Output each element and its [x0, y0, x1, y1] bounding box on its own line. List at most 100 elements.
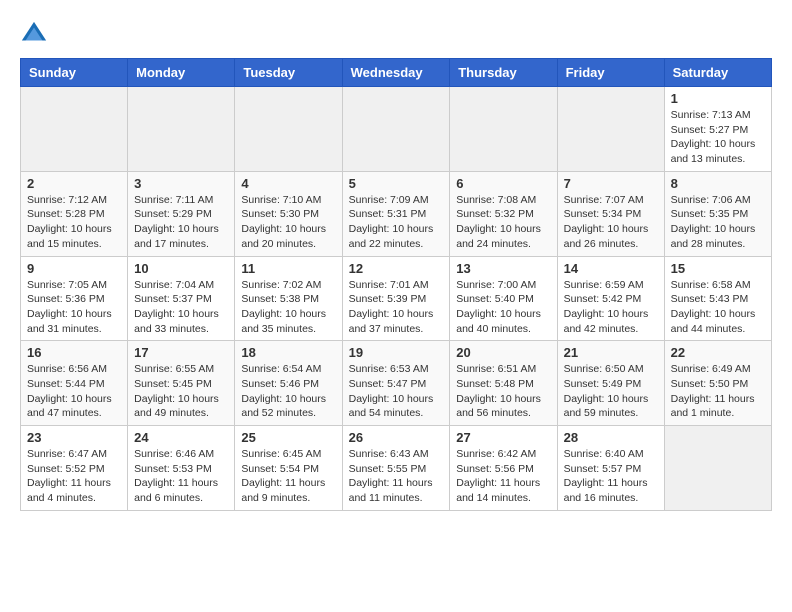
- day-info: Sunrise: 6:49 AM Sunset: 5:50 PM Dayligh…: [671, 362, 765, 421]
- day-number: 11: [241, 261, 335, 276]
- calendar-cell: 20 Sunrise: 6:51 AM Sunset: 5:48 PM Dayli…: [450, 341, 557, 426]
- day-number: 27: [456, 430, 550, 445]
- calendar-cell: 2 Sunrise: 7:12 AM Sunset: 5:28 PM Daylig…: [21, 171, 128, 256]
- calendar-cell: 4 Sunrise: 7:10 AM Sunset: 5:30 PM Daylig…: [235, 171, 342, 256]
- calendar-cell: 23Sunrise: 6:47 AM Sunset: 5:52 PM Dayli…: [21, 426, 128, 511]
- day-number: 26: [349, 430, 444, 445]
- calendar-cell: 13 Sunrise: 7:00 AM Sunset: 5:40 PM Dayli…: [450, 256, 557, 341]
- day-number: 10: [134, 261, 228, 276]
- calendar-cell: 11 Sunrise: 7:02 AM Sunset: 5:38 PM Dayli…: [235, 256, 342, 341]
- day-info: Sunrise: 6:59 AM Sunset: 5:42 PM Dayligh…: [564, 278, 658, 337]
- calendar-cell: 21 Sunrise: 6:50 AM Sunset: 5:49 PM Dayli…: [557, 341, 664, 426]
- calendar-cell: [342, 87, 450, 172]
- column-header-monday: Monday: [128, 59, 235, 87]
- day-info: Sunrise: 6:51 AM Sunset: 5:48 PM Dayligh…: [456, 362, 550, 421]
- day-info: Sunrise: 7:13 AM Sunset: 5:27 PM Dayligh…: [671, 108, 765, 167]
- day-number: 8: [671, 176, 765, 191]
- logo-icon: [20, 20, 48, 48]
- day-number: 28: [564, 430, 658, 445]
- calendar-cell: 15 Sunrise: 6:58 AM Sunset: 5:43 PM Dayli…: [664, 256, 771, 341]
- day-number: 7: [564, 176, 658, 191]
- calendar-cell: 7 Sunrise: 7:07 AM Sunset: 5:34 PM Daylig…: [557, 171, 664, 256]
- calendar-table: SundayMondayTuesdayWednesdayThursdayFrid…: [20, 58, 772, 511]
- calendar-cell: 5 Sunrise: 7:09 AM Sunset: 5:31 PM Daylig…: [342, 171, 450, 256]
- day-info: Sunrise: 7:02 AM Sunset: 5:38 PM Dayligh…: [241, 278, 335, 337]
- calendar-cell: 1 Sunrise: 7:13 AM Sunset: 5:27 PM Daylig…: [664, 87, 771, 172]
- day-number: 9: [27, 261, 121, 276]
- day-number: 19: [349, 345, 444, 360]
- day-number: 12: [349, 261, 444, 276]
- column-header-sunday: Sunday: [21, 59, 128, 87]
- day-info: Sunrise: 7:07 AM Sunset: 5:34 PM Dayligh…: [564, 193, 658, 252]
- day-info: Sunrise: 7:12 AM Sunset: 5:28 PM Dayligh…: [27, 193, 121, 252]
- column-header-tuesday: Tuesday: [235, 59, 342, 87]
- calendar-cell: [235, 87, 342, 172]
- calendar-cell: 25 Sunrise: 6:45 AM Sunset: 5:54 PM Dayli…: [235, 426, 342, 511]
- day-number: 20: [456, 345, 550, 360]
- day-info: Sunrise: 7:08 AM Sunset: 5:32 PM Dayligh…: [456, 193, 550, 252]
- calendar-cell: 24 Sunrise: 6:46 AM Sunset: 5:53 PM Dayli…: [128, 426, 235, 511]
- day-info: Sunrise: 7:04 AM Sunset: 5:37 PM Dayligh…: [134, 278, 228, 337]
- day-number: 22: [671, 345, 765, 360]
- day-info: Sunrise: 7:05 AM Sunset: 5:36 PM Dayligh…: [27, 278, 121, 337]
- logo: [20, 20, 52, 48]
- day-info: Sunrise: 6:56 AM Sunset: 5:44 PM Dayligh…: [27, 362, 121, 421]
- day-number: 23: [27, 430, 121, 445]
- day-number: 3: [134, 176, 228, 191]
- calendar-cell: 22 Sunrise: 6:49 AM Sunset: 5:50 PM Dayli…: [664, 341, 771, 426]
- calendar-cell: [664, 426, 771, 511]
- day-info: Sunrise: 6:46 AM Sunset: 5:53 PM Dayligh…: [134, 447, 228, 506]
- page-header: [20, 20, 772, 48]
- calendar-cell: 19 Sunrise: 6:53 AM Sunset: 5:47 PM Dayli…: [342, 341, 450, 426]
- day-info: Sunrise: 7:06 AM Sunset: 5:35 PM Dayligh…: [671, 193, 765, 252]
- calendar-week-5: 23Sunrise: 6:47 AM Sunset: 5:52 PM Dayli…: [21, 426, 772, 511]
- day-number: 15: [671, 261, 765, 276]
- day-info: Sunrise: 7:01 AM Sunset: 5:39 PM Dayligh…: [349, 278, 444, 337]
- day-info: Sunrise: 6:43 AM Sunset: 5:55 PM Dayligh…: [349, 447, 444, 506]
- day-info: Sunrise: 6:55 AM Sunset: 5:45 PM Dayligh…: [134, 362, 228, 421]
- calendar-cell: [557, 87, 664, 172]
- day-info: Sunrise: 7:09 AM Sunset: 5:31 PM Dayligh…: [349, 193, 444, 252]
- day-number: 25: [241, 430, 335, 445]
- day-number: 2: [27, 176, 121, 191]
- calendar-cell: 3Sunrise: 7:11 AM Sunset: 5:29 PM Daylig…: [128, 171, 235, 256]
- day-number: 13: [456, 261, 550, 276]
- day-info: Sunrise: 6:54 AM Sunset: 5:46 PM Dayligh…: [241, 362, 335, 421]
- day-number: 16: [27, 345, 121, 360]
- calendar-cell: 10 Sunrise: 7:04 AM Sunset: 5:37 PM Dayli…: [128, 256, 235, 341]
- day-info: Sunrise: 6:42 AM Sunset: 5:56 PM Dayligh…: [456, 447, 550, 506]
- day-number: 5: [349, 176, 444, 191]
- calendar-cell: 14Sunrise: 6:59 AM Sunset: 5:42 PM Dayli…: [557, 256, 664, 341]
- day-number: 18: [241, 345, 335, 360]
- calendar-cell: 27 Sunrise: 6:42 AM Sunset: 5:56 PM Dayli…: [450, 426, 557, 511]
- column-header-friday: Friday: [557, 59, 664, 87]
- day-info: Sunrise: 6:53 AM Sunset: 5:47 PM Dayligh…: [349, 362, 444, 421]
- day-number: 6: [456, 176, 550, 191]
- calendar-header-row: SundayMondayTuesdayWednesdayThursdayFrid…: [21, 59, 772, 87]
- day-number: 21: [564, 345, 658, 360]
- calendar-cell: [21, 87, 128, 172]
- calendar-week-4: 16 Sunrise: 6:56 AM Sunset: 5:44 PM Dayli…: [21, 341, 772, 426]
- calendar-cell: 8 Sunrise: 7:06 AM Sunset: 5:35 PM Daylig…: [664, 171, 771, 256]
- calendar-cell: [128, 87, 235, 172]
- column-header-saturday: Saturday: [664, 59, 771, 87]
- calendar-cell: 17 Sunrise: 6:55 AM Sunset: 5:45 PM Dayli…: [128, 341, 235, 426]
- day-number: 24: [134, 430, 228, 445]
- day-info: Sunrise: 7:10 AM Sunset: 5:30 PM Dayligh…: [241, 193, 335, 252]
- day-info: Sunrise: 6:58 AM Sunset: 5:43 PM Dayligh…: [671, 278, 765, 337]
- calendar-cell: 12 Sunrise: 7:01 AM Sunset: 5:39 PM Dayli…: [342, 256, 450, 341]
- calendar-cell: 18 Sunrise: 6:54 AM Sunset: 5:46 PM Dayli…: [235, 341, 342, 426]
- calendar-cell: 9 Sunrise: 7:05 AM Sunset: 5:36 PM Daylig…: [21, 256, 128, 341]
- calendar-cell: 6 Sunrise: 7:08 AM Sunset: 5:32 PM Daylig…: [450, 171, 557, 256]
- calendar-week-1: 1 Sunrise: 7:13 AM Sunset: 5:27 PM Daylig…: [21, 87, 772, 172]
- column-header-wednesday: Wednesday: [342, 59, 450, 87]
- day-info: Sunrise: 6:50 AM Sunset: 5:49 PM Dayligh…: [564, 362, 658, 421]
- day-info: Sunrise: 6:45 AM Sunset: 5:54 PM Dayligh…: [241, 447, 335, 506]
- day-number: 1: [671, 91, 765, 106]
- day-info: Sunrise: 6:40 AM Sunset: 5:57 PM Dayligh…: [564, 447, 658, 506]
- calendar-week-3: 9 Sunrise: 7:05 AM Sunset: 5:36 PM Daylig…: [21, 256, 772, 341]
- calendar-cell: 16 Sunrise: 6:56 AM Sunset: 5:44 PM Dayli…: [21, 341, 128, 426]
- day-number: 17: [134, 345, 228, 360]
- day-number: 4: [241, 176, 335, 191]
- day-info: Sunrise: 7:00 AM Sunset: 5:40 PM Dayligh…: [456, 278, 550, 337]
